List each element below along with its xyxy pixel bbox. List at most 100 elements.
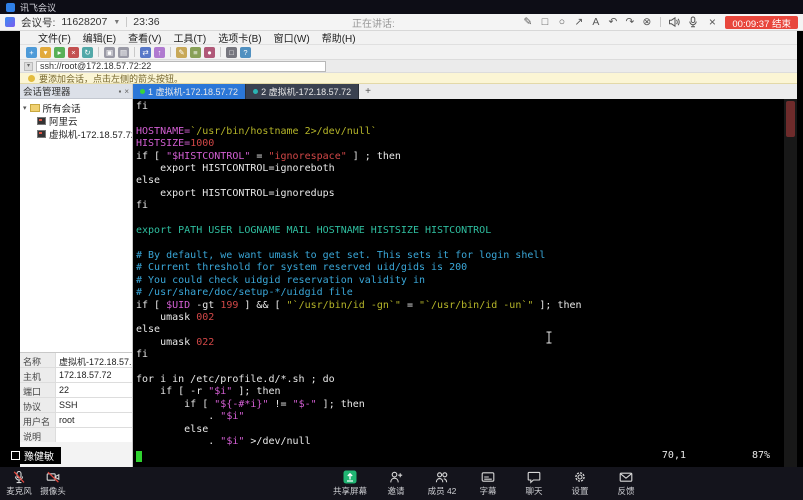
toolbar-file-transfer-icon[interactable]: ⇄	[140, 47, 151, 58]
address-dropdown-icon[interactable]: ▾	[24, 62, 33, 71]
toolbar-compose-icon[interactable]: ✎	[176, 47, 187, 58]
address-input[interactable]: ssh://root@172.18.57.72:22	[36, 61, 326, 72]
property-label: 用户名	[20, 413, 56, 427]
toolbar-separator	[170, 47, 171, 57]
invite-icon	[389, 470, 403, 484]
scrollbar-thumb[interactable]	[786, 101, 795, 137]
annotate-ellipse-icon[interactable]: ○	[555, 16, 568, 28]
new-tab-button[interactable]: +	[359, 84, 377, 99]
toolbar-macro-icon[interactable]: ●	[204, 47, 215, 58]
toolbar-new-session-icon[interactable]: +	[26, 47, 37, 58]
tree-root-label: 所有会话	[43, 101, 81, 115]
toolbar-log-icon[interactable]: ≡	[190, 47, 201, 58]
toolbar-disconnect-icon[interactable]: ×	[68, 47, 79, 58]
terminal-line	[136, 113, 784, 125]
menu-item-6[interactable]: 帮助(H)	[316, 30, 362, 45]
members-icon	[435, 470, 449, 484]
menu-item-1[interactable]: 编辑(E)	[77, 30, 122, 45]
menu-bar: 文件(F)编辑(E)查看(V)工具(T)选项卡(B)窗口(W)帮助(H)	[20, 31, 797, 45]
terminal-line: if [ $UID -gt 199 ] && [ "`/usr/bin/id -…	[136, 300, 784, 312]
tree-item-all-sessions[interactable]: ▾所有会话	[20, 101, 132, 114]
annotate-clear-icon[interactable]: ⊗	[640, 16, 653, 28]
bottom-invite-button[interactable]: 邀请	[379, 470, 413, 497]
feedback-icon	[619, 470, 633, 484]
annotate-redo-icon[interactable]: ↷	[623, 16, 636, 28]
notice-bar: 要添加会话，点击左侧的箭头按钮。	[20, 73, 797, 84]
terminal-line: else	[136, 324, 784, 336]
terminal[interactable]: fi HOSTNAME=`/usr/bin/hostname 2>/dev/nu…	[133, 99, 784, 467]
session-tree: ▾所有会话阿里云虚拟机-172.18.57.72	[20, 99, 132, 352]
session-label: 虚拟机-172.18.57.72	[49, 127, 132, 140]
session-item-0[interactable]: 阿里云	[20, 114, 132, 127]
bottom-chat-button[interactable]: 聊天	[517, 470, 551, 497]
annotate-arrow-icon[interactable]: ↗	[572, 16, 585, 28]
property-row: 端口22	[20, 383, 132, 398]
meeting-controls: ✎ □ ○ ↗ A ↶ ↷ ⊗ × 00:09:37 结束	[521, 15, 798, 29]
terminal-line: . "$i" >/dev/null	[136, 436, 784, 448]
property-label: 协议	[20, 398, 56, 412]
bottom-share-button[interactable]: 共享屏幕	[333, 470, 367, 497]
pin-icon[interactable]: ▪	[118, 87, 121, 96]
terminal-line: HISTSIZE=1000	[136, 138, 784, 150]
toolbar-fullscreen-icon[interactable]: □	[226, 47, 237, 58]
close-panel-icon[interactable]: ×	[124, 87, 129, 96]
terminal-tab-2[interactable]: 2 虚拟机-172.18.57.72	[246, 84, 359, 99]
bottom-feedback-button[interactable]: 反馈	[609, 470, 643, 497]
toolbar-reconnect-icon[interactable]: ↻	[82, 47, 93, 58]
divider	[660, 17, 661, 27]
bottom-mic-button[interactable]: 麦克风	[2, 470, 36, 497]
property-row: 协议SSH	[20, 398, 132, 413]
xshell-toolbar: +▾▸×↻ ▣▤ ⇄↑ ✎≡● □?	[20, 45, 797, 60]
toolbar-help-icon[interactable]: ?	[240, 47, 251, 58]
toolbar-separator	[134, 47, 135, 57]
session-status-icon	[140, 89, 145, 94]
session-status-icon	[253, 89, 258, 94]
menu-item-2[interactable]: 查看(V)	[122, 30, 167, 45]
toolbar-upload-icon[interactable]: ↑	[154, 47, 165, 58]
terminal-line: fi	[136, 200, 784, 212]
close-icon[interactable]: ×	[706, 15, 718, 29]
toolbar-paste-icon[interactable]: ▤	[118, 47, 129, 58]
bottom-subtitle-button[interactable]: 字幕	[471, 470, 505, 497]
terminal-line: export HISTCONTROL=ignoredups	[136, 188, 784, 200]
session-item-1[interactable]: 虚拟机-172.18.57.72	[20, 127, 132, 140]
terminal-line: fi	[136, 101, 784, 113]
menu-item-5[interactable]: 窗口(W)	[268, 30, 316, 45]
bottom-camera-button[interactable]: 摄像头	[36, 470, 70, 497]
toolbar-copy-icon[interactable]: ▣	[104, 47, 115, 58]
menu-item-3[interactable]: 工具(T)	[167, 30, 212, 45]
chevron-down-icon[interactable]: ▼	[113, 19, 120, 26]
session-panel-title: 会话管理器	[23, 84, 71, 98]
toolbar-connect-icon[interactable]: ▸	[54, 47, 65, 58]
menu-item-4[interactable]: 选项卡(B)	[212, 30, 267, 45]
annotate-undo-icon[interactable]: ↶	[606, 16, 619, 28]
menu-item-0[interactable]: 文件(F)	[32, 30, 77, 45]
tab-label: 2 虚拟机-172.18.57.72	[261, 85, 351, 98]
watermark-text: 豫健敏	[24, 448, 54, 463]
bottom-feedback-label: 反馈	[618, 485, 635, 497]
session-panel-header: 会话管理器 ▪ ×	[20, 84, 132, 99]
property-row: 说明	[20, 428, 132, 443]
speaker-icon[interactable]	[668, 16, 680, 28]
terminal-session-icon	[37, 117, 46, 125]
terminal-scrollbar[interactable]	[784, 99, 797, 467]
end-meeting-timer-button[interactable]: 00:09:37 结束	[725, 16, 798, 29]
terminal-line	[136, 362, 784, 374]
bottom-chat-label: 聊天	[526, 485, 543, 497]
property-value: 虚拟机-172.18.57.72	[56, 353, 132, 367]
mic-icon[interactable]	[687, 16, 699, 28]
terminal-tab-1[interactable]: 1 虚拟机-172.18.57.72	[133, 84, 246, 99]
vim-ruler: 70,1	[662, 450, 686, 461]
session-manager-panel: 会话管理器 ▪ × ▾所有会话阿里云虚拟机-172.18.57.72 名称虚拟机…	[20, 84, 133, 467]
terminal-line: . "$i"	[136, 411, 784, 423]
annotation-toolbar: ✎ □ ○ ↗ A ↶ ↷ ⊗	[521, 16, 653, 28]
bottom-gear-button[interactable]: 设置	[563, 470, 597, 497]
terminal-line: if [ -r "$i" ]; then	[136, 386, 784, 398]
annotate-pen-icon[interactable]: ✎	[521, 16, 534, 28]
bottom-members-button[interactable]: 成员 42	[425, 470, 459, 497]
property-value	[56, 428, 132, 442]
annotate-rectangle-icon[interactable]: □	[538, 16, 551, 28]
meeting-clock: 23:36	[133, 16, 159, 28]
annotate-text-icon[interactable]: A	[589, 16, 602, 28]
toolbar-open-folder-icon[interactable]: ▾	[40, 47, 51, 58]
